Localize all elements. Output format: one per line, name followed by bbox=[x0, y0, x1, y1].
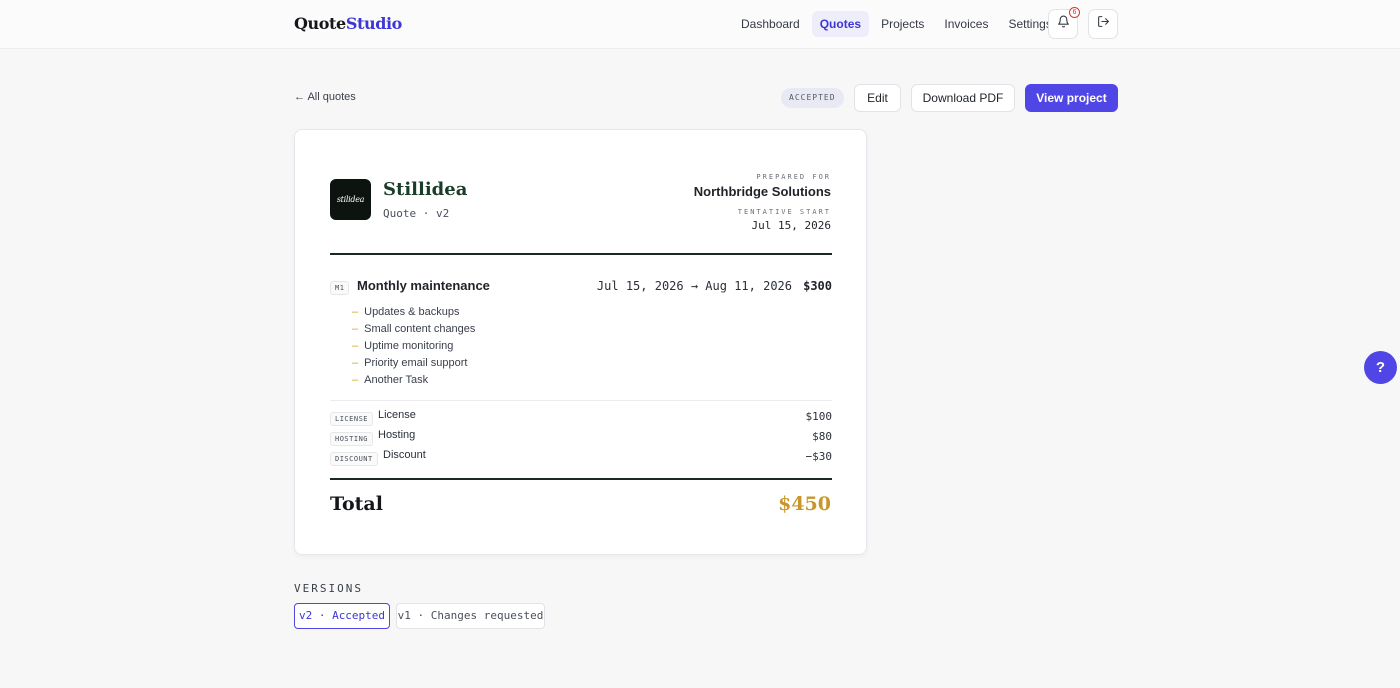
edit-button[interactable]: Edit bbox=[854, 84, 901, 112]
notifications-button[interactable]: 6 bbox=[1048, 7, 1080, 39]
line-item-tag: DISCOUNT bbox=[330, 452, 378, 466]
items-divider bbox=[330, 400, 832, 401]
client-name: Northbridge Solutions bbox=[693, 184, 831, 199]
list-item: – Small content changes bbox=[352, 323, 476, 335]
logout-button[interactable] bbox=[1088, 9, 1118, 39]
list-item: – Uptime monitoring bbox=[352, 340, 454, 352]
help-icon: ? bbox=[1375, 359, 1386, 376]
help-button[interactable]: ? bbox=[1364, 351, 1397, 384]
nav-projects[interactable]: Projects bbox=[873, 11, 932, 37]
list-item: – Priority email support bbox=[352, 357, 468, 369]
task-label: Small content changes bbox=[364, 323, 476, 335]
milestone-title: Monthly maintenance bbox=[357, 278, 490, 293]
line-item-label: Discount bbox=[383, 449, 426, 461]
milestone-dates: Jul 15, 2026 → Aug 11, 2026 bbox=[596, 279, 792, 293]
line-item-label: License bbox=[378, 409, 416, 421]
status-badge: ACCEPTED bbox=[781, 88, 844, 108]
total-divider bbox=[330, 478, 832, 480]
download-pdf-button[interactable]: Download PDF bbox=[911, 84, 1015, 112]
milestone-tag: M1 bbox=[330, 281, 350, 295]
app-logo[interactable]: QuoteStudio bbox=[294, 14, 402, 33]
line-item-hosting: HOSTING Hosting $80 bbox=[330, 429, 832, 446]
view-project-button[interactable]: View project bbox=[1025, 84, 1118, 112]
line-item-amount: $80 bbox=[812, 430, 832, 443]
line-item-discount: DISCOUNT Discount −$30 bbox=[330, 449, 833, 466]
main-nav: Dashboard Quotes Projects Invoices Setti… bbox=[733, 11, 1060, 37]
total-label: Total bbox=[330, 493, 383, 515]
milestone-price: $300 bbox=[803, 279, 832, 293]
back-to-quotes-link[interactable]: ← All quotes bbox=[294, 91, 356, 103]
prepared-for-label: PREPARED FOR bbox=[756, 173, 831, 181]
bell-icon bbox=[1057, 15, 1070, 33]
task-label: Another Task bbox=[364, 374, 429, 386]
quote-version-subtitle: Quote · v2 bbox=[383, 207, 450, 220]
brand-logo-text: stilidea bbox=[336, 195, 365, 204]
line-item-tag: HOSTING bbox=[330, 432, 374, 446]
line-item-label: Hosting bbox=[378, 429, 416, 441]
logout-icon bbox=[1097, 15, 1110, 33]
line-item-amount: $100 bbox=[805, 410, 833, 423]
nav-dashboard[interactable]: Dashboard bbox=[733, 11, 808, 37]
version-chip-v2[interactable]: v2 · Accepted bbox=[294, 603, 390, 629]
quote-card: stilidea Stillidea Quote · v2 PREPARED F… bbox=[294, 129, 867, 555]
notification-badge: 6 bbox=[1069, 7, 1080, 18]
tentative-start-label: TENTATIVE START bbox=[737, 208, 831, 216]
logo-text-quote: Quote bbox=[294, 14, 346, 33]
milestone-task-list: – Updates & backups – Small content change… bbox=[352, 305, 475, 390]
total-amount: $450 bbox=[778, 493, 831, 515]
task-label: Priority email support bbox=[364, 357, 468, 369]
nav-invoices[interactable]: Invoices bbox=[936, 11, 996, 37]
brand-name: Stillidea bbox=[383, 179, 468, 200]
task-label: Uptime monitoring bbox=[364, 340, 454, 352]
task-label: Updates & backups bbox=[364, 306, 460, 318]
client-brand-logo: stilidea bbox=[330, 179, 371, 220]
version-chip-v1[interactable]: v1 · Changes requested bbox=[396, 603, 545, 629]
logo-text-studio: Studio bbox=[345, 14, 403, 33]
tentative-start-date: Jul 15, 2026 bbox=[751, 219, 831, 232]
header-divider bbox=[330, 253, 832, 255]
versions-heading: VERSIONS bbox=[294, 582, 363, 595]
list-item: – Another Task bbox=[352, 374, 429, 386]
line-item-tag: LICENSE bbox=[330, 412, 374, 426]
line-item-license: LICENSE License $100 bbox=[330, 409, 833, 426]
milestone-row: M1 Monthly maintenance Jul 15, 2026 → Au… bbox=[330, 277, 832, 297]
top-bar: QuoteStudio Dashboard Quotes Projects In… bbox=[0, 0, 1400, 49]
list-item: – Updates & backups bbox=[352, 306, 460, 318]
nav-quotes[interactable]: Quotes bbox=[811, 11, 870, 37]
line-item-amount: −$30 bbox=[805, 450, 833, 463]
